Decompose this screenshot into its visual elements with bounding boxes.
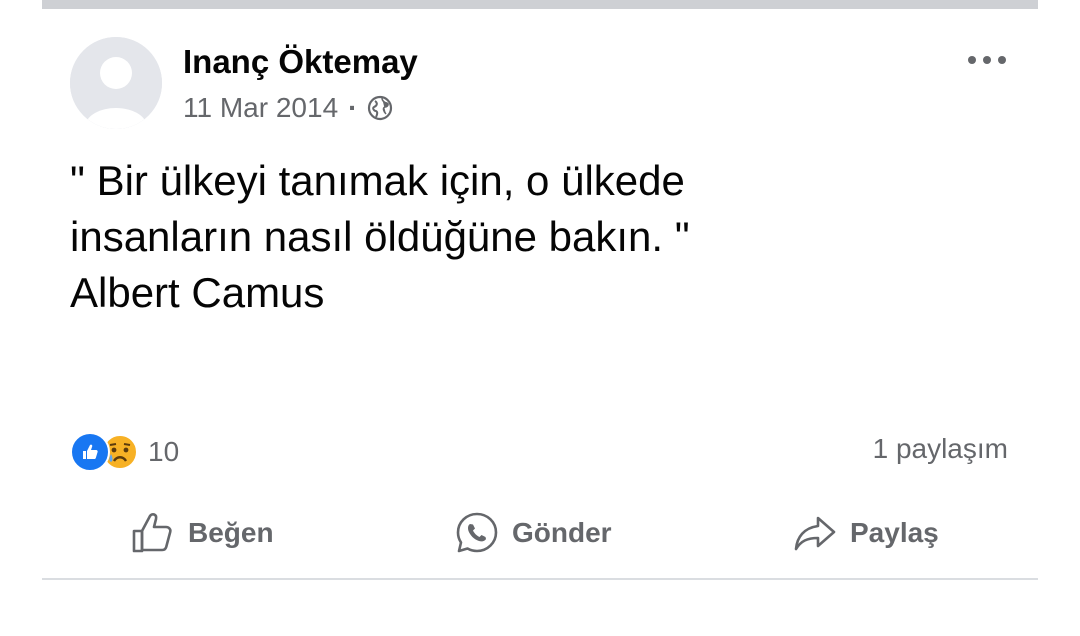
bottom-divider — [42, 578, 1038, 580]
post-meta: 11 Mar 2014 · — [183, 92, 393, 124]
share-button[interactable]: Paylaş — [792, 505, 939, 561]
share-arrow-icon — [794, 516, 836, 551]
share-count[interactable]: 1 paylaşım — [873, 433, 1008, 465]
like-button[interactable]: Beğen — [130, 505, 274, 561]
more-dots-icon[interactable] — [966, 48, 1008, 72]
thumbs-up-icon — [132, 513, 172, 553]
default-avatar-icon — [70, 37, 162, 129]
avatar[interactable] — [70, 37, 162, 129]
whatsapp-icon — [456, 512, 498, 553]
send-button[interactable]: Gönder — [454, 505, 612, 561]
post-text: " Bir ülkeyi tanımak için, o ülkede insa… — [70, 153, 1030, 321]
author-name[interactable]: Inanç Öktemay — [183, 43, 418, 81]
top-divider — [42, 0, 1038, 9]
send-label: Gönder — [512, 517, 612, 548]
post-text-line: Albert Camus — [70, 269, 325, 316]
action-bar: Beğen Gönder Paylaş — [42, 505, 1038, 561]
like-reaction-icon — [70, 432, 110, 472]
post-text-line: insanların nasıl öldüğüne bakın. " — [70, 213, 690, 260]
reactions-summary[interactable]: 10 — [70, 432, 179, 472]
post-text-line: " Bir ülkeyi tanımak için, o ülkede — [70, 157, 685, 204]
post-date[interactable]: 11 Mar 2014 — [183, 92, 338, 124]
reaction-count: 10 — [148, 436, 180, 467]
like-label: Beğen — [188, 517, 274, 548]
globe-icon — [368, 95, 393, 121]
share-label: Paylaş — [850, 517, 939, 548]
meta-separator: · — [348, 92, 358, 123]
